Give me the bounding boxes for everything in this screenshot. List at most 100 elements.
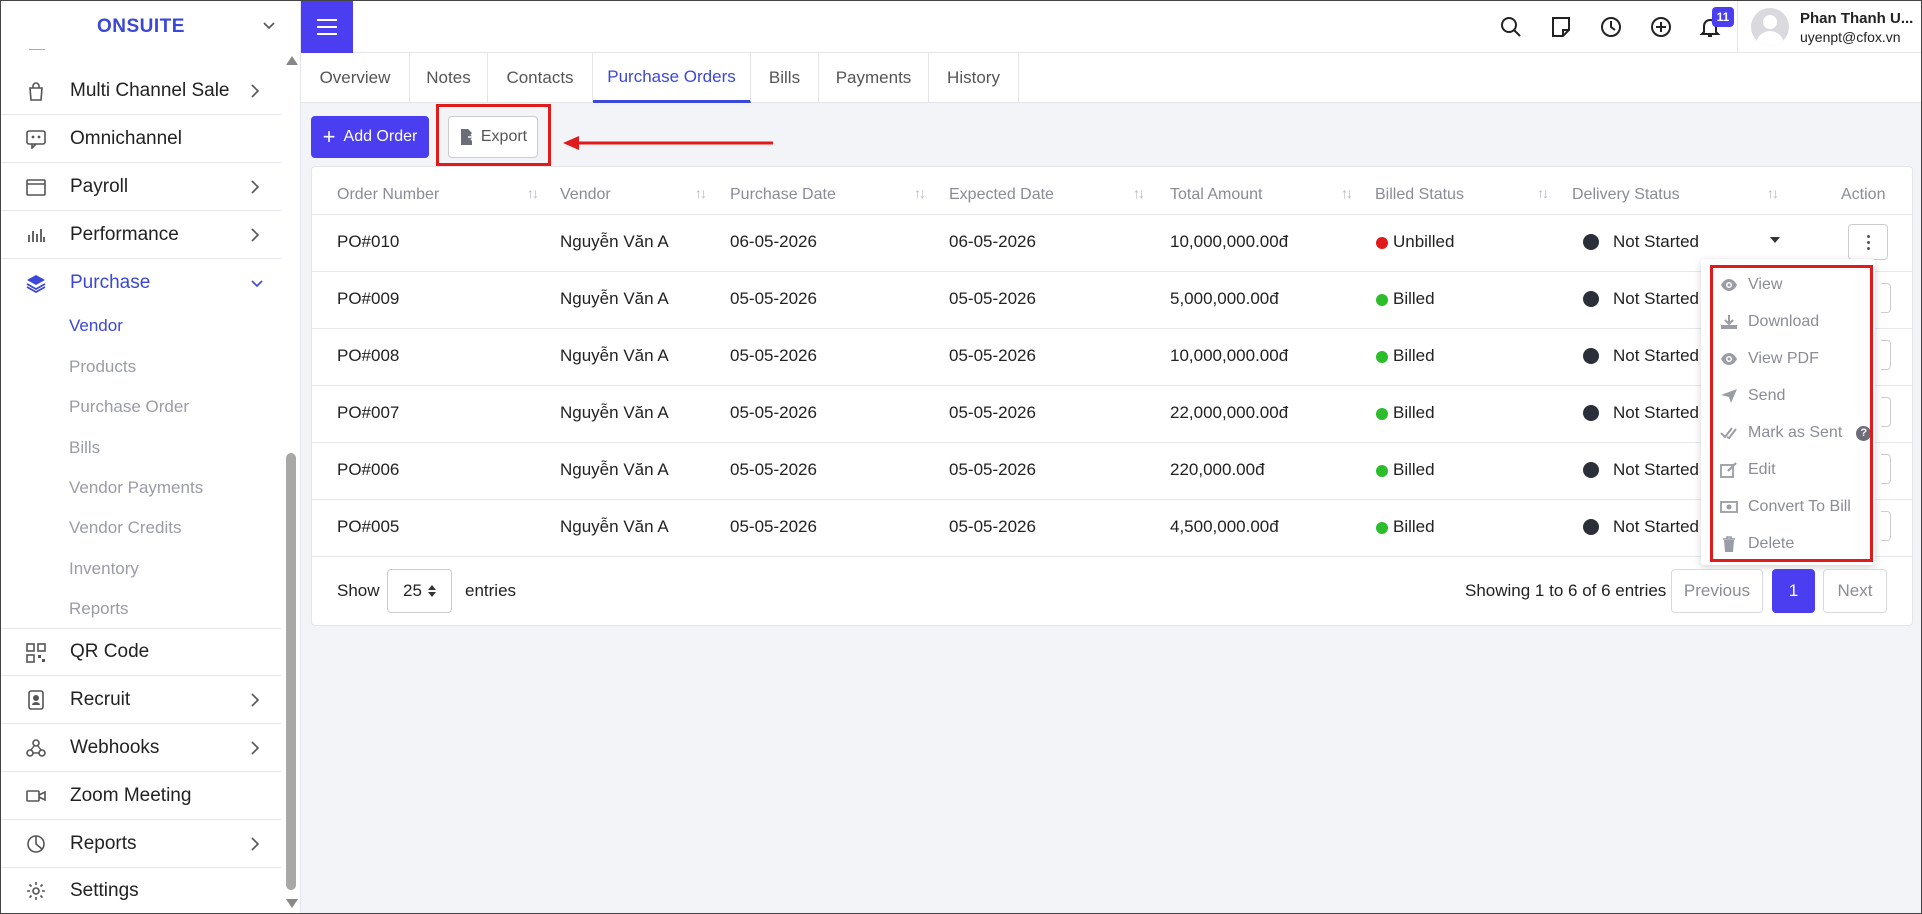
sort-icon[interactable]: ↑↓ [1767, 185, 1779, 201]
user-name[interactable]: Phan Thanh U... [1800, 10, 1913, 27]
expected-date-cell: 05-05-2026 [949, 403, 1036, 422]
menu-toggle-button[interactable] [301, 1, 353, 53]
delivery-status-select[interactable]: Not Started [1613, 517, 1699, 537]
row-action-button[interactable] [1881, 397, 1891, 427]
sidebar-item-webhooks[interactable]: Webhooks [1, 724, 281, 772]
avatar[interactable] [1751, 8, 1789, 46]
entries-label: entries [465, 581, 517, 600]
search-icon[interactable] [1499, 15, 1523, 39]
sidebar-item-settings[interactable]: Settings [1, 867, 281, 913]
column-header-expected-date[interactable]: Expected Date [949, 186, 1054, 204]
sidebar-item-label: Recruit [70, 688, 131, 710]
sidebar-scrollbar[interactable] [284, 53, 298, 913]
plus-icon: + [322, 124, 336, 149]
webhook-icon [25, 738, 47, 758]
add-circle-icon[interactable] [1649, 15, 1673, 39]
sidebar-subitem-reports[interactable]: Reports [69, 599, 129, 619]
add-order-button[interactable]: + Add Order [311, 116, 429, 158]
sort-icon[interactable]: ↑↓ [1537, 185, 1549, 201]
column-header-total-amount[interactable]: Total Amount [1170, 186, 1263, 204]
vendor-cell: Nguyễn Văn A [560, 517, 669, 536]
sidebar-item-zoom-meeting[interactable]: Zoom Meeting [1, 772, 281, 820]
note-icon[interactable] [1549, 15, 1573, 39]
delivery-status-select[interactable]: Not Started [1613, 346, 1699, 366]
chevron-right-icon [249, 740, 261, 756]
sidebar-item-reports[interactable]: Reports [1, 820, 281, 868]
row-action-button[interactable] [1848, 224, 1888, 260]
sort-icon[interactable]: ↑↓ [527, 185, 539, 201]
vendor-cell: Nguyễn Văn A [560, 346, 669, 365]
sidebar-item-recruit[interactable]: Recruit [1, 676, 281, 724]
delivery-status-select[interactable]: Not Started [1613, 289, 1699, 309]
next-page-button[interactable]: Next [1823, 569, 1887, 613]
delivery-status-select[interactable]: Not Started [1613, 403, 1699, 423]
qr-icon [25, 643, 47, 663]
tab-notes[interactable]: Notes [410, 53, 488, 103]
sidebar-item-performance[interactable]: Performance [1, 211, 281, 259]
annotation-box [1710, 265, 1873, 562]
sidebar-item-multi-channel-sale[interactable]: Multi Channel Sale [1, 67, 281, 115]
sort-icon[interactable]: ↑↓ [1341, 185, 1353, 201]
sidebar-subitem-vendor-credits[interactable]: Vendor Credits [69, 518, 181, 538]
sidebar-subitem-products[interactable]: Products [69, 357, 136, 377]
sidebar-item-qr-code[interactable]: QR Code [1, 628, 281, 676]
clock-icon[interactable] [1599, 15, 1623, 39]
delivery-status-select[interactable]: Not Started [1613, 460, 1699, 480]
order-number-cell[interactable]: PO#007 [337, 403, 399, 423]
sidebar-subitem-inventory[interactable]: Inventory [69, 559, 139, 579]
page-1-button[interactable]: 1 [1772, 569, 1815, 613]
sidebar-item-label: Purchase [70, 272, 151, 293]
column-header-vendor[interactable]: Vendor [560, 186, 611, 204]
row-action-button[interactable] [1881, 511, 1891, 541]
total-amount-cell: 22,000,000.00đ [1170, 403, 1289, 422]
delivery-status-select[interactable]: Not Started [1613, 232, 1699, 252]
chevron-down-icon [249, 275, 265, 291]
sort-icon[interactable]: ↑↓ [695, 185, 707, 201]
order-number-cell[interactable]: PO#010 [337, 232, 399, 252]
sidebar-subitem-purchase-order[interactable]: Purchase Order [69, 397, 189, 417]
column-header-purchase-date[interactable]: Purchase Date [730, 186, 836, 204]
order-number-cell[interactable]: PO#006 [337, 460, 399, 480]
row-action-button[interactable] [1881, 340, 1891, 370]
status-dot [1376, 351, 1388, 363]
tab-bills[interactable]: Bills [751, 53, 819, 103]
column-header-delivery-status[interactable]: Delivery Status [1572, 186, 1680, 204]
page-length-select[interactable]: 25 [387, 569, 452, 613]
sidebar-subitem-vendor[interactable]: Vendor [69, 316, 123, 336]
status-dot [1376, 465, 1388, 477]
sidebar-item-payroll[interactable]: Payroll [1, 163, 281, 211]
user-email: uyenpt@cfox.vn [1800, 29, 1901, 45]
tab-history[interactable]: History [929, 53, 1019, 103]
chevron-right-icon [249, 836, 261, 852]
purchase-date-cell: 05-05-2026 [730, 517, 817, 536]
row-action-button[interactable] [1881, 454, 1891, 484]
previous-page-button[interactable]: Previous [1671, 569, 1763, 613]
column-header-billed-status[interactable]: Billed Status [1375, 186, 1464, 204]
order-number-cell[interactable]: PO#008 [337, 346, 399, 366]
scroll-thumb[interactable] [286, 453, 296, 890]
sidebar-subitem-bills[interactable]: Bills [69, 438, 100, 458]
total-amount-cell: 5,000,000.00đ [1170, 289, 1279, 308]
sidebar-item-purchase[interactable]: Purchase [1, 259, 281, 307]
row-action-button[interactable] [1881, 283, 1891, 313]
tab-overview[interactable]: Overview [301, 53, 410, 103]
chevron-down-icon[interactable] [1770, 237, 1780, 243]
sidebar-item-label: QR Code [70, 641, 150, 662]
expected-date-cell: 05-05-2026 [949, 460, 1036, 479]
tab-contacts[interactable]: Contacts [488, 53, 593, 103]
order-number-cell[interactable]: PO#009 [337, 289, 399, 309]
column-header-order-number[interactable]: Order Number [337, 186, 439, 204]
brand[interactable]: ONSUITE [1, 1, 301, 53]
tab-payments[interactable]: Payments [819, 53, 929, 103]
sort-icon[interactable]: ↑↓ [914, 185, 926, 201]
order-number-cell[interactable]: PO#005 [337, 517, 399, 537]
sidebar-subitem-vendor-payments[interactable]: Vendor Payments [69, 478, 203, 498]
scroll-up-icon[interactable] [286, 56, 298, 65]
sort-icon[interactable]: ↑↓ [1133, 185, 1145, 201]
expected-date-cell: 05-05-2026 [949, 346, 1036, 365]
tab-purchase-orders[interactable]: Purchase Orders [593, 53, 751, 103]
scroll-down-icon[interactable] [286, 899, 298, 908]
sidebar-item-omnichannel[interactable]: Omnichannel [1, 115, 281, 163]
billed-status-cell: Billed [1393, 403, 1435, 422]
chevron-down-icon[interactable] [261, 17, 277, 33]
